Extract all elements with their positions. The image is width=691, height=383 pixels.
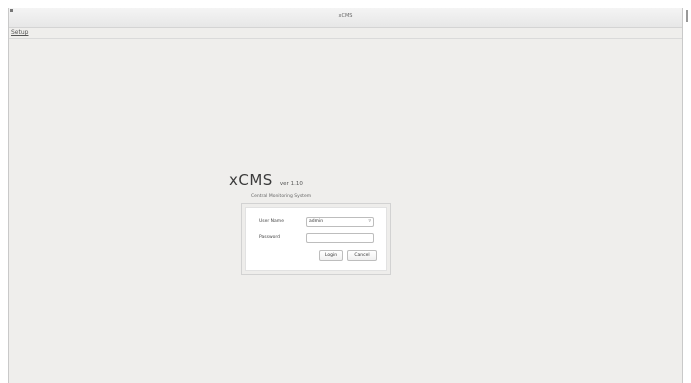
user-name-value: admin <box>309 219 324 224</box>
password-label: Password <box>259 235 281 240</box>
login-form: User Name admin ▿ Password Login Cancel <box>245 207 387 271</box>
logo-name: xCMS <box>229 171 273 189</box>
window-edge-marker <box>686 10 688 22</box>
menu-bar: Setup <box>9 28 682 39</box>
cancel-button[interactable]: Cancel <box>347 250 377 261</box>
title-bar: xCMS <box>9 8 688 28</box>
password-field[interactable] <box>306 233 374 243</box>
app-window: xCMS Setup xCMS ver 1.10 Central Monitor… <box>8 8 688 383</box>
combo-dropdown-icon[interactable]: ▿ <box>368 218 371 224</box>
window-menu-icon[interactable] <box>10 9 13 12</box>
app-subtitle: Central Monitoring System <box>251 194 312 199</box>
window-title: xCMS <box>338 13 353 19</box>
user-name-combobox[interactable]: admin ▿ <box>306 217 374 227</box>
menu-setup[interactable]: Setup <box>11 29 28 36</box>
user-name-label: User Name <box>259 219 284 224</box>
logo-version: ver 1.10 <box>279 181 303 187</box>
login-panel: User Name admin ▿ Password Login Cancel <box>241 203 391 275</box>
app-logo: xCMS ver 1.10 <box>229 170 303 189</box>
login-button[interactable]: Login <box>319 250 343 261</box>
